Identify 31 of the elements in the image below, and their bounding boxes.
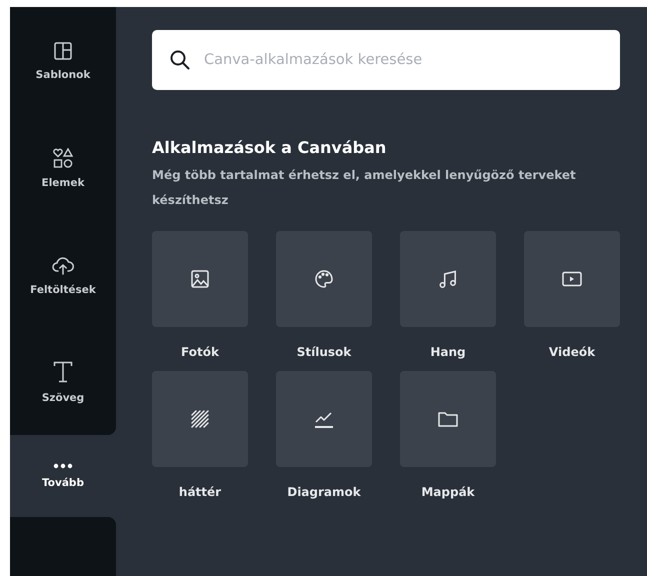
app-label[interactable]: Stílusok [296, 345, 352, 359]
section-title: Alkalmazások a Canvában [152, 138, 388, 157]
app-label[interactable]: háttér [178, 485, 222, 499]
app-tile[interactable] [152, 231, 248, 327]
app-tile[interactable] [524, 231, 620, 327]
app-label[interactable]: Diagramok [287, 485, 361, 499]
app-tile[interactable] [400, 231, 496, 327]
sidebar-item[interactable]: Feltöltések [10, 221, 116, 328]
app-tile[interactable] [152, 371, 248, 467]
section-subtitle: Még több tartalmat érhetsz el, amelyekkel lenyűgöző terveket készíthetsz [152, 167, 577, 209]
image-icon [190, 269, 210, 289]
sidebar-item[interactable]: Elemek [10, 114, 116, 221]
search-field[interactable]: Canva-alkalmazások keresése [152, 30, 620, 90]
app-tile[interactable] [276, 231, 372, 327]
music-note-icon [438, 269, 458, 289]
app-label[interactable]: Mappák [421, 485, 475, 499]
app-tile[interactable] [400, 371, 496, 467]
text-icon [52, 360, 74, 384]
more-icon [53, 463, 73, 469]
search-icon [169, 49, 191, 71]
app-tile[interactable] [276, 371, 372, 467]
shapes-icon [52, 146, 74, 168]
layout-icon [53, 40, 73, 60]
palette-icon [314, 269, 334, 289]
app-label[interactable]: Videók [548, 345, 596, 359]
stripes-icon [190, 409, 210, 429]
app-label[interactable]: Hang [430, 345, 466, 359]
sidebar-item[interactable]: Sablonok [10, 7, 116, 114]
video-icon [561, 270, 583, 288]
sidebar-item[interactable]: Szöveg [10, 328, 116, 435]
app-label[interactable]: Fotók [181, 345, 219, 359]
